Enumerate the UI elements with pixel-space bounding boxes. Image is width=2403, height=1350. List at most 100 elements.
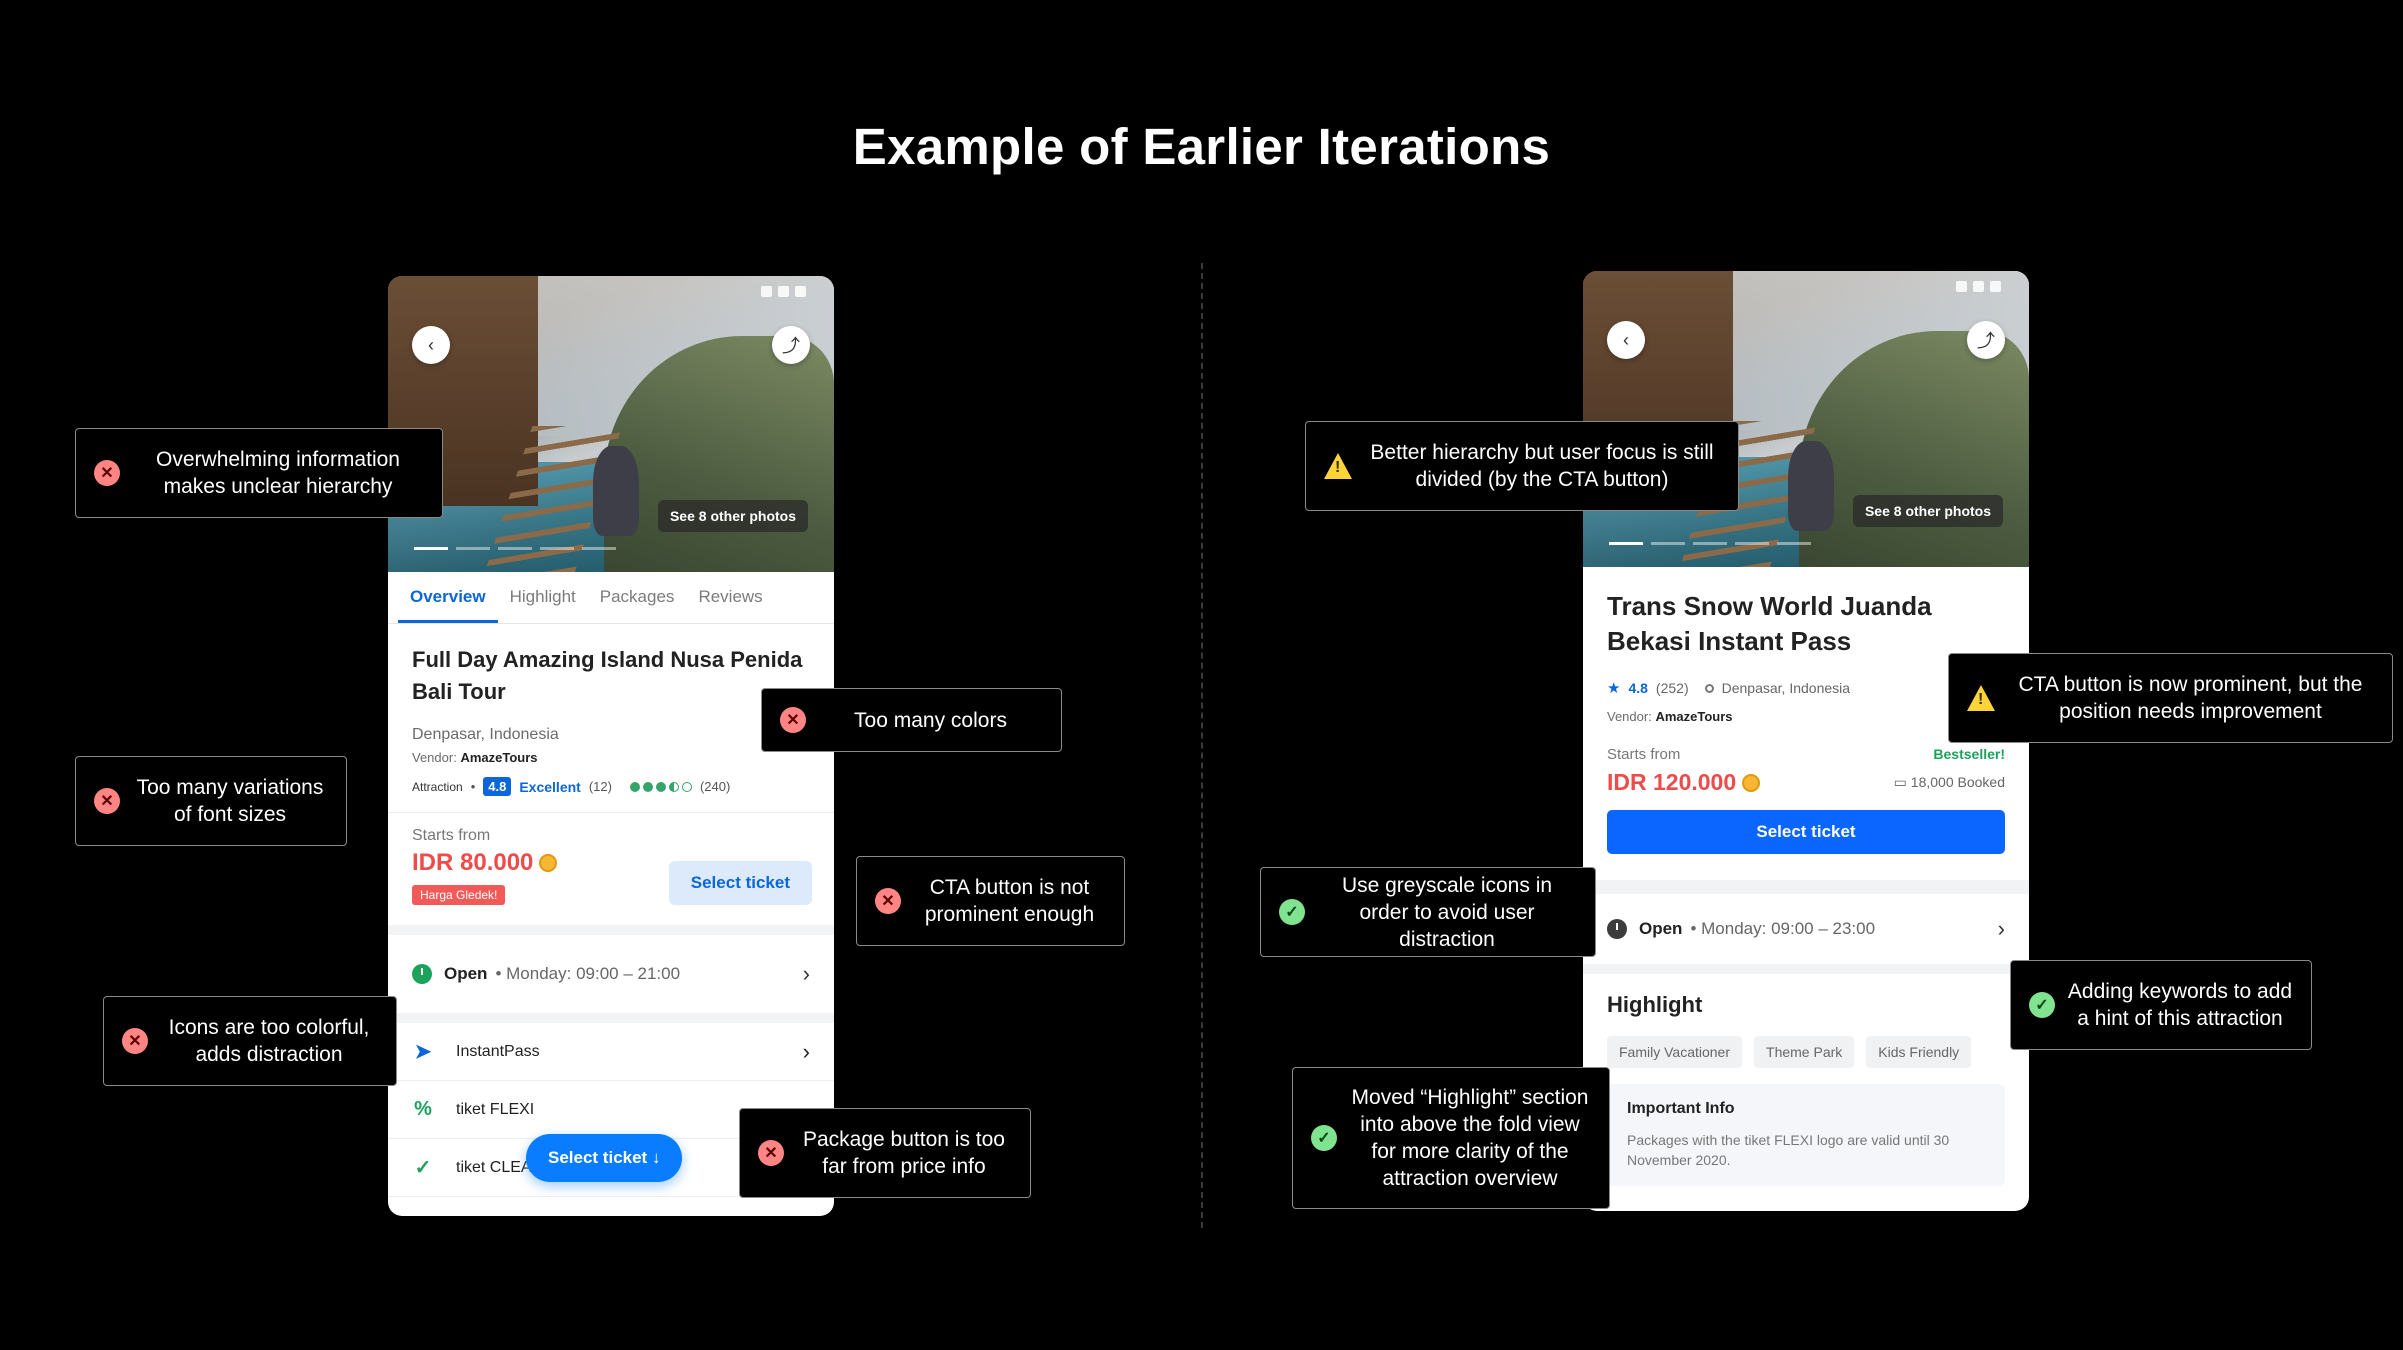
chevron-right-icon: › [802,1038,810,1064]
location-pin-icon [1704,683,1714,693]
note-colorful-icons: ✕ Icons are too colorful, adds distracti… [103,996,397,1086]
starts-row: Starts from Bestseller! [1607,746,2005,763]
tab-packages[interactable]: Packages [588,572,687,623]
back-button[interactable]: ‹ [1607,321,1645,359]
ticket-icon: ▭ [1893,774,1907,790]
floating-select-ticket-button[interactable]: Select ticket ↓ [526,1134,683,1182]
note-font-sizes: ✕ Too many variations of font sizes [75,756,347,846]
booked-count: ▭ 18,000 Booked [1893,774,2005,790]
tab-overview[interactable]: Overview [398,572,498,623]
share-button[interactable]: ⤴ [772,326,810,364]
tab-reviews[interactable]: Reviews [686,572,774,623]
chevron-right-icon: › [802,961,810,986]
share-icon: ⤴ [1977,331,1995,351]
location-text: Denpasar, Indonesia [412,726,559,743]
instantpass-icon: ➤ [414,1041,432,1063]
select-ticket-button[interactable]: Select ticket [1607,810,2005,854]
category-tag: Attraction [412,779,463,794]
chevron-left-icon: ‹ [428,334,434,355]
rating-location-row: ★ 4.8 (252) Denpasar, Indonesia [1607,679,2005,697]
back-button[interactable]: ‹ [412,326,450,364]
important-info-box: Important Info Packages with the tiket F… [1607,1084,2005,1186]
price-row: IDR 120.000 ▭ 18,000 Booked [1607,769,2005,796]
check-circle-icon: ✓ [1279,899,1305,925]
note-package-button: ✕ Package button is too far from price i… [739,1108,1031,1198]
score-label: Excellent [519,778,581,795]
clock-icon [412,964,432,984]
note-overwhelming: ✕ Overwhelming information makes unclear… [75,428,443,518]
chevron-right-icon: › [1997,916,2005,941]
info-text: Packages with the tiket FLEXI logo are v… [1627,1132,1950,1168]
dashed-divider [1201,263,1203,1228]
x-circle-icon: ✕ [122,1028,148,1054]
rating-row: Attraction • 4.8 Excellent (12) (240) [412,777,731,796]
chip[interactable]: Theme Park [1754,1036,1855,1068]
bestseller-badge: Bestseller! [1933,746,2005,762]
photo-person [1788,441,1834,531]
status-bar [761,286,806,297]
check-circle-icon: ✓ [414,1157,432,1179]
photo-person [593,446,639,536]
x-circle-icon: ✕ [94,788,120,814]
tripadvisor-rating-icon [629,781,692,792]
product-title: Trans Snow World Juanda Bekasi Instant P… [1607,591,1932,656]
chip[interactable]: Family Vacationer [1607,1036,1743,1068]
opening-hours-row[interactable]: Open • Monday: 09:00 – 23:00 › [1583,894,2029,964]
vendor-line: Vendor: AmazeTours [1607,709,1733,724]
clock-icon [1607,919,1627,939]
info-title: Important Info [1627,1100,1735,1117]
starts-from-label: Starts from [412,827,491,844]
chip[interactable]: Kids Friendly [1866,1036,1972,1068]
hours-text: • Monday: 09:00 – 21:00 [495,964,681,983]
warning-icon [1324,453,1352,479]
status-bar [1956,281,2001,292]
check-circle-icon: ✓ [2029,992,2055,1018]
product-title: Full Day Amazing Island Nusa Penida Bali… [412,647,803,704]
coin-icon [1742,773,1761,792]
note-too-many-colors: ✕ Too many colors [761,688,1062,752]
tripadvisor-count: (240) [699,779,731,794]
see-photos-button[interactable]: See 8 other photos [1852,495,2003,527]
price-block: Starts from IDR 80.000 Harga Gledek! Sel… [388,813,834,925]
note-greyscale-icons: ✓ Use greyscale icons in order to avoid … [1260,867,1596,957]
hero-photo[interactable]: ‹ ⤴ See 8 other photos [1583,271,2029,567]
x-circle-icon: ✕ [875,888,901,914]
chevron-left-icon: ‹ [1623,329,1629,350]
starts-from-label: Starts from [1607,746,1681,763]
x-circle-icon: ✕ [94,460,120,486]
note-cta-not-prominent: ✕ CTA button is not prominent enough [856,856,1125,946]
check-circle-icon: ✓ [1311,1125,1337,1151]
rating-value: 4.8 [1628,680,1648,696]
tab-highlight[interactable]: Highlight [498,572,588,623]
open-status: Open [1639,919,1683,938]
arrow-down-icon: ↓ [651,1148,661,1167]
x-circle-icon: ✕ [780,707,806,733]
opening-hours-row[interactable]: Open • Monday: 09:00 – 21:00 › [388,935,834,1013]
select-ticket-button[interactable]: Select ticket [668,861,812,905]
flash-sale-badge: Harga Gledek! [412,885,506,905]
vendor-line: Vendor: AmazeTours [412,750,538,765]
see-photos-button[interactable]: See 8 other photos [657,500,808,532]
carousel-indicator [414,547,616,550]
score-count: (12) [588,779,612,794]
page-title: Example of Earlier Iterations [852,118,1551,175]
rating-count: (252) [1655,680,1689,696]
highlight-chips: Family Vacationer Theme Park Kids Friend… [1583,1036,2029,1068]
warning-icon [1967,685,1995,711]
hero-photo[interactable]: ‹ ⤴ See 8 other photos [388,276,834,572]
price-text: IDR 120.000 [1607,769,1761,796]
percent-icon: % [414,1098,432,1120]
note-keywords: ✓ Adding keywords to add a hint of this … [2010,960,2312,1050]
tab-bar: Overview Highlight Packages Reviews [388,572,834,624]
note-better-hierarchy: Better hierarchy but user focus is still… [1305,421,1739,511]
share-button[interactable]: ⤴ [1967,321,2005,359]
highlight-section-title: Highlight [1607,992,1703,1017]
share-icon: ⤴ [782,336,800,356]
open-status: Open [444,964,488,983]
note-cta-prominent: CTA button is now prominent, but the pos… [1948,653,2393,743]
feature-instantpass[interactable]: ➤ InstantPass › [388,1023,834,1081]
score-badge: 4.8 [483,777,512,796]
star-icon: ★ [1607,680,1621,697]
note-moved-highlight: ✓ Moved “Highlight” section into above t… [1292,1067,1610,1209]
hours-text: • Monday: 09:00 – 23:00 [1690,919,1876,938]
